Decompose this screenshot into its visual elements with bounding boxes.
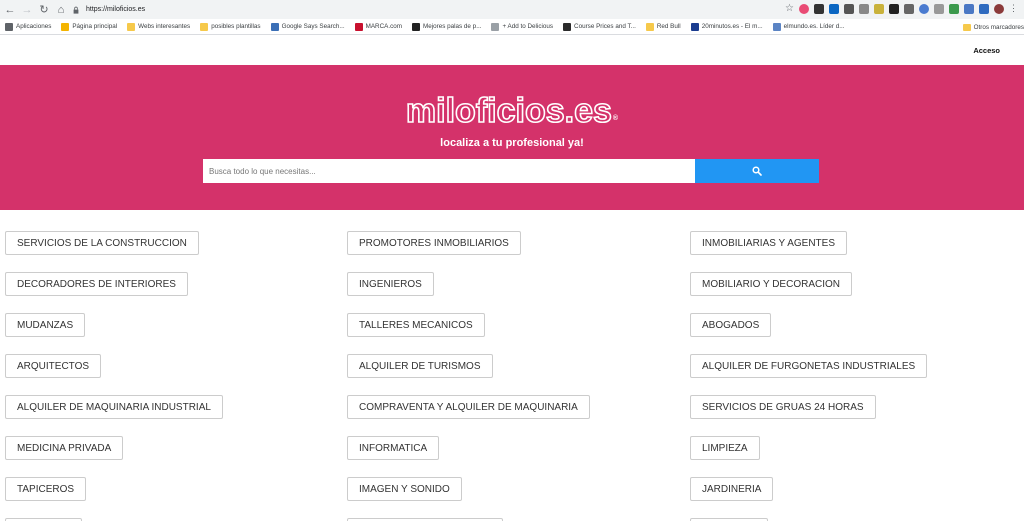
category-button[interactable]: MUDANZAS [5,313,86,337]
extension-icon[interactable] [934,3,944,14]
category-button[interactable]: TALLERES MECANICOS [347,313,485,337]
bookmark-icon [563,22,572,31]
category-button[interactable]: ARQUITECTOS [5,354,102,378]
linkedin-icon[interactable] [829,3,839,14]
bookmark-item[interactable]: + Add to Delicious [491,22,554,31]
category-button[interactable]: SERVICIOS DE LA CONSTRUCCION [5,231,199,255]
bookmark-item[interactable]: Página principal [61,22,118,31]
bookmark-label: + Add to Delicious [502,23,554,30]
url-text: https://miloficios.es [86,6,146,13]
bookmark-label: Course Prices and T... [574,23,636,30]
bookmark-icon [200,22,209,31]
bookmark-label: Red Bull [656,23,681,30]
bookmark-icon [645,22,654,31]
extension-icon[interactable] [844,3,854,14]
extension-icon[interactable] [949,3,959,14]
browser-toolbar: ← → ↻ ⌂ https://miloficios.es ☆ ⋮ [0,0,1024,19]
bookmark-icon [491,22,500,31]
search-icon [752,166,762,176]
extension-icon[interactable] [799,3,809,14]
extension-icon[interactable] [874,3,884,14]
category-button[interactable]: MOBILIARIO Y DECORACION [690,272,852,296]
extension-icon[interactable] [859,3,869,14]
category-button[interactable]: INGENIEROS [347,272,434,296]
category-button[interactable]: ALQUILER DE TURISMOS [347,354,493,378]
bookmark-label: Página principal [72,23,118,30]
star-icon[interactable]: ☆ [785,3,794,14]
bookmark-icon [411,22,420,31]
bookmark-label: Google Says Search... [281,23,345,30]
site-logo[interactable]: miloficios.es® [0,91,1024,131]
folder-icon [962,23,971,31]
back-icon[interactable]: ← [3,3,17,17]
bookmark-icon [127,22,136,31]
home-icon[interactable]: ⌂ [54,3,68,17]
bookmark-item[interactable]: Google Says Search... [270,22,345,31]
search-button[interactable] [695,159,819,183]
address-bar[interactable]: https://miloficios.es [72,2,802,17]
other-bookmarks[interactable]: Otros marcadores [956,19,1024,34]
extension-icon[interactable] [814,3,824,14]
bookmark-label: Aplicaciones [16,23,52,30]
category-button[interactable]: DECORADORES DE INTERIORES [5,272,188,296]
extension-icon[interactable] [964,3,974,14]
bookmark-label: posibles plantillas [211,23,261,30]
site-topbar: Acceso [0,35,1024,65]
bookmark-item[interactable]: posibles plantillas [200,22,261,31]
bookmark-label: 20minutos.es - El m... [701,23,763,30]
tagline: localiza a tu profesional ya! [440,137,584,149]
hero-banner: miloficios.es® localiza a tu profesional… [0,65,1024,210]
category-button[interactable]: ALQUILER DE FURGONETAS INDUSTRIALES [690,354,928,378]
bookmark-item[interactable]: MARCA.com [354,22,402,31]
avatar[interactable] [994,3,1004,14]
bookmark-item[interactable]: Mejores palas de p... [411,22,482,31]
bookmark-item[interactable]: Aplicaciones [5,22,52,31]
category-button[interactable]: ABOGADOS [690,313,772,337]
search-input[interactable] [203,159,695,183]
extension-icon[interactable] [904,3,914,14]
extension-icon[interactable] [889,3,899,14]
category-button[interactable]: JARDINERIA [690,477,774,501]
bookmark-item[interactable]: 20minutos.es - El m... [690,22,763,31]
bookmark-label: Webs interesantes [138,23,191,30]
menu-icon[interactable]: ⋮ [1009,3,1018,14]
reload-icon[interactable]: ↻ [37,3,51,17]
extension-icon[interactable] [979,3,989,14]
bookmark-label: Mejores palas de p... [422,23,482,30]
category-button[interactable]: ALQUILER DE MAQUINARIA INDUSTRIAL [5,395,223,419]
extensions-bar: ☆ ⋮ [785,3,1018,14]
category-button[interactable]: INMOBILIARIAS Y AGENTES [690,231,848,255]
bookmark-item[interactable]: elmundo.es. Líder d... [772,22,845,31]
bookmark-label: MARCA.com [365,23,402,30]
forward-icon[interactable]: → [20,3,34,17]
bookmark-item[interactable]: Course Prices and T... [563,22,636,31]
bookmark-icon [270,22,279,31]
bookmark-icon [61,22,70,31]
category-button[interactable]: INFORMATICA [347,436,440,460]
category-button[interactable]: TAPICEROS [5,477,87,501]
bookmarks-bar: Aplicaciones Página principal Webs interes… [0,19,1024,35]
lock-icon [73,6,79,14]
bookmark-icon [354,22,363,31]
category-button[interactable]: PROMOTORES INMOBILIARIOS [347,231,521,255]
category-button[interactable]: MEDICINA PRIVADA [5,436,124,460]
bookmark-item[interactable]: Red Bull [645,22,681,31]
bookmark-icon [690,22,699,31]
extension-icon[interactable] [919,3,929,14]
apps-icon [5,22,13,31]
bookmark-label: elmundo.es. Líder d... [783,23,845,30]
category-button[interactable]: LIMPIEZA [690,436,760,460]
category-button[interactable]: COMPRAVENTA Y ALQUILER DE MAQUINARIA [347,395,590,419]
bookmark-icon [772,22,781,31]
category-button[interactable]: SERVICIOS DE GRUAS 24 HORAS [690,395,876,419]
login-link[interactable]: Acceso [973,46,1000,55]
category-button[interactable]: IMAGEN Y SONIDO [347,477,462,501]
bookmark-item[interactable]: Webs interesantes [127,22,191,31]
